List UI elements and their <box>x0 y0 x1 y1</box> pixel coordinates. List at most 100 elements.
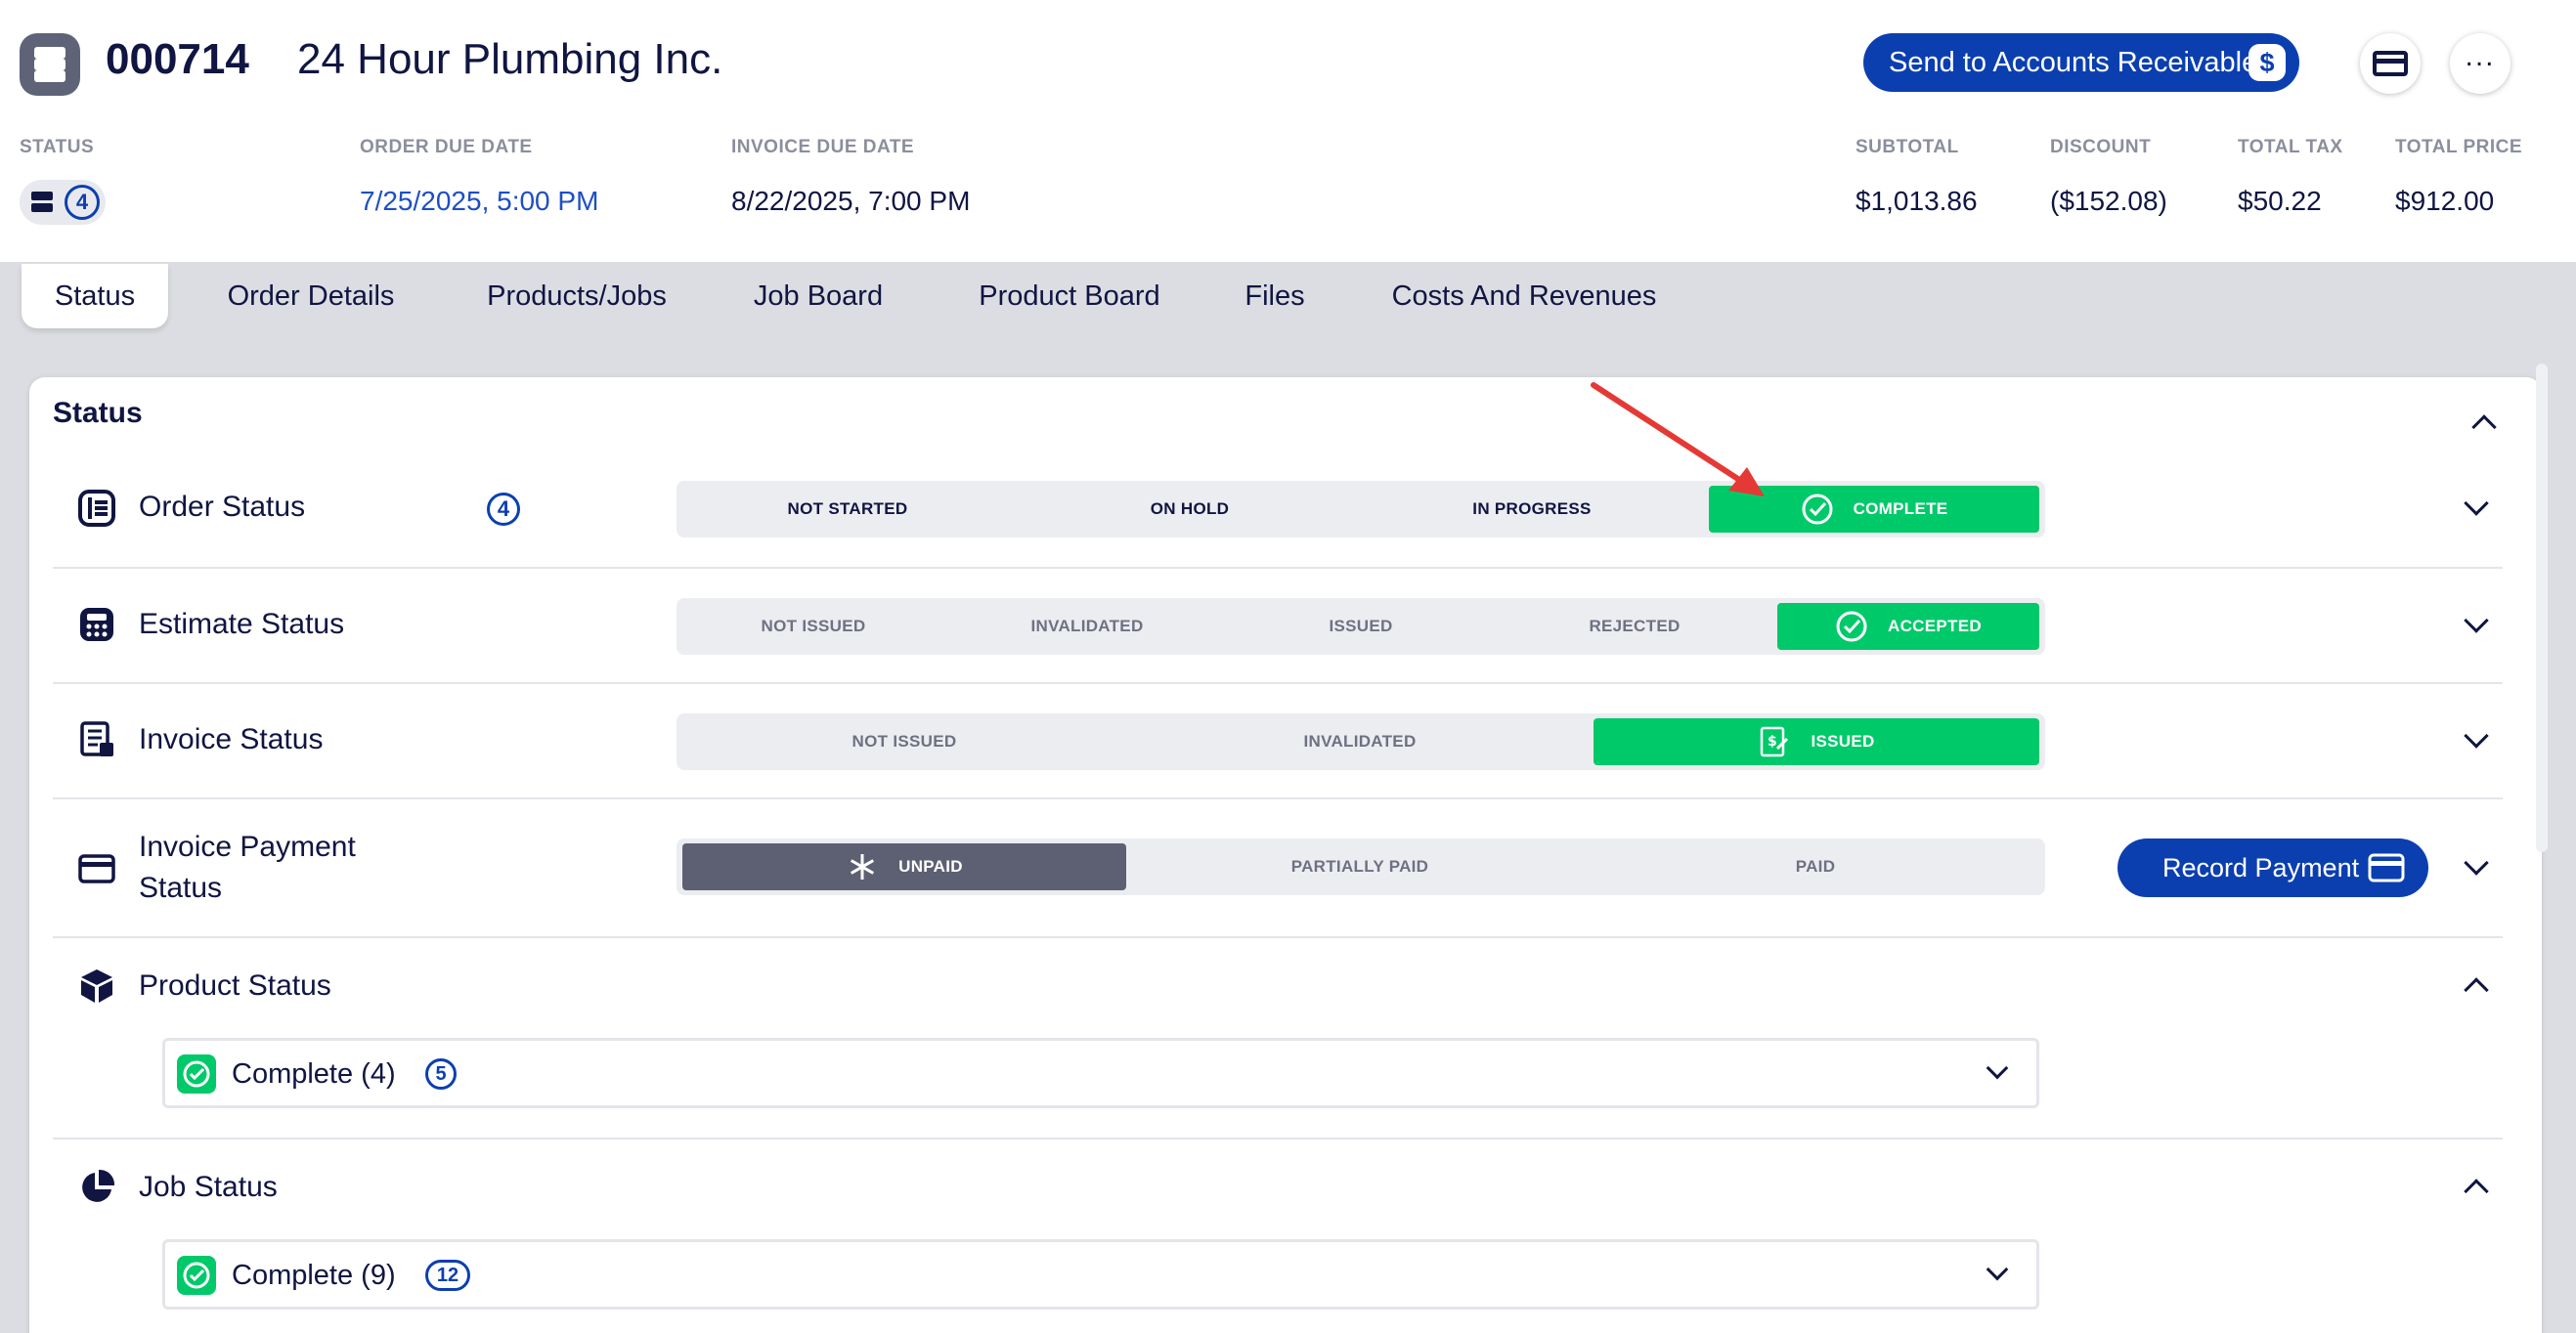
order-stack-icon <box>78 490 115 527</box>
order-stack-icon <box>20 33 80 96</box>
order-number: 000714 <box>106 35 249 83</box>
total-price-label: TOTAL PRICE <box>2395 137 2523 157</box>
product-status-complete-group[interactable]: Complete (4) 5 <box>162 1038 2039 1108</box>
status-stack-icon <box>31 192 53 213</box>
discount-label: DISCOUNT <box>2050 137 2152 157</box>
annotation-arrow-icon <box>1591 382 1765 496</box>
estimate-status-accepted-label: ACCEPTED <box>1888 617 1982 635</box>
invoice-payment-status-label-line1: Invoice Payment <box>139 831 356 863</box>
payment-status-partially-paid[interactable]: PARTIALLY PAID <box>1132 843 1588 890</box>
order-status-not-started[interactable]: NOT STARTED <box>677 486 1019 533</box>
product-status-row: Product Status Complete (4) 5 <box>53 936 2503 1138</box>
job-status-complete-group[interactable]: Complete (9) 12 <box>162 1239 2039 1310</box>
expand-payment-status-chevron-icon[interactable] <box>2464 850 2489 876</box>
order-status-selector: NOT STARTED ON HOLD IN PROGRESS COMPLETE <box>677 481 2045 538</box>
invoice-payment-status-label: Invoice Payment Status <box>139 827 356 909</box>
invoice-payment-status-row: Invoice Payment Status UNPAID PARTIALLY … <box>53 797 2503 936</box>
order-due-date-label: ORDER DUE DATE <box>360 137 533 157</box>
credit-card-icon <box>2368 853 2405 882</box>
invoice-issued-icon: $ <box>1758 725 1791 758</box>
collapse-product-status-chevron-icon[interactable] <box>2464 977 2489 1003</box>
expand-job-group-chevron-icon[interactable] <box>1986 1258 2009 1281</box>
estimate-status-issued[interactable]: ISSUED <box>1224 603 1498 650</box>
credit-card-icon <box>2373 51 2408 76</box>
tab-products-jobs[interactable]: Products/Jobs <box>463 264 690 328</box>
job-status-row: Job Status Complete (9) 12 <box>53 1138 2503 1333</box>
invoice-status-issued[interactable]: $ ISSUED <box>1594 718 2039 765</box>
invoice-status-row: Invoice Status NOT ISSUED INVALIDATED $ … <box>53 682 2503 797</box>
tab-files[interactable]: Files <box>1228 264 1322 328</box>
order-status-count-badge: 4 <box>487 493 520 526</box>
svg-text:$: $ <box>1768 734 1777 750</box>
complete-check-icon <box>177 1256 216 1295</box>
check-circle-icon <box>1801 493 1834 526</box>
order-status-on-hold[interactable]: ON HOLD <box>1019 486 1361 533</box>
order-header: 000714 24 Hour Plumbing Inc. Send to Acc… <box>0 0 2576 262</box>
invoice-status-label: Invoice Status <box>139 723 324 755</box>
expand-order-status-chevron-icon[interactable] <box>2464 491 2489 516</box>
total-tax-value: $50.22 <box>2238 186 2322 216</box>
subtotal-value: $1,013.86 <box>1856 186 1978 216</box>
invoice-document-icon <box>80 721 113 756</box>
record-payment-label: Record Payment <box>2162 852 2360 882</box>
collapse-job-status-chevron-icon[interactable] <box>2464 1179 2489 1204</box>
send-ar-label: Send to Accounts Receivable <box>1889 46 2258 78</box>
expand-product-group-chevron-icon[interactable] <box>1986 1056 2009 1080</box>
check-circle-icon <box>1835 610 1868 643</box>
expand-invoice-status-chevron-icon[interactable] <box>2464 723 2489 749</box>
product-status-label: Product Status <box>139 969 331 1002</box>
estimate-status-selector: NOT ISSUED INVALIDATED ISSUED REJECTED A… <box>677 598 2045 655</box>
send-to-accounts-receivable-button[interactable]: Send to Accounts Receivable $ <box>1863 33 2299 92</box>
invoice-status-not-issued[interactable]: NOT ISSUED <box>677 718 1132 765</box>
total-price-value: $912.00 <box>2395 186 2495 216</box>
vertical-scrollbar[interactable] <box>2536 364 2548 852</box>
asterisk-icon <box>846 850 879 883</box>
payment-status-selector: UNPAID PARTIALLY PAID PAID <box>677 838 2045 895</box>
status-indicator[interactable]: 4 <box>20 180 106 225</box>
invoice-status-invalidated[interactable]: INVALIDATED <box>1132 718 1588 765</box>
job-status-label: Job Status <box>139 1171 278 1203</box>
discount-value: ($152.08) <box>2050 186 2167 216</box>
order-status-label: Order Status <box>139 491 306 523</box>
tab-status[interactable]: Status <box>22 264 168 328</box>
estimate-status-accepted[interactable]: ACCEPTED <box>1777 603 2039 650</box>
tab-order-details[interactable]: Order Details <box>201 264 420 328</box>
estimate-status-not-issued[interactable]: NOT ISSUED <box>677 603 950 650</box>
estimate-status-label: Estimate Status <box>139 608 345 640</box>
ellipsis-icon: ... <box>2465 40 2496 72</box>
tab-product-board[interactable]: Product Board <box>952 264 1187 328</box>
dollar-icon: $ <box>2249 44 2286 81</box>
order-due-date-value[interactable]: 7/25/2025, 5:00 PM <box>360 186 598 217</box>
expand-estimate-status-chevron-icon[interactable] <box>2464 608 2489 633</box>
payment-status-unpaid[interactable]: UNPAID <box>682 843 1126 890</box>
payment-card-button[interactable] <box>2360 33 2421 94</box>
box-icon <box>81 969 112 1003</box>
product-count-badge: 5 <box>425 1058 457 1090</box>
job-count-badge: 12 <box>425 1260 470 1291</box>
more-options-button[interactable]: ... <box>2450 33 2511 94</box>
panel-title: Status <box>53 397 143 429</box>
pie-chart-icon <box>82 1169 115 1202</box>
record-payment-button[interactable]: Record Payment <box>2118 838 2428 897</box>
status-panel: Status Order Status 4 NOT STARTED ON HOL… <box>29 377 2542 1333</box>
job-status-complete-label: Complete (9) <box>232 1260 396 1291</box>
tab-job-board[interactable]: Job Board <box>737 264 899 328</box>
tab-costs-and-revenues[interactable]: Costs And Revenues <box>1369 264 1680 328</box>
customer-name[interactable]: 24 Hour Plumbing Inc. <box>297 35 722 84</box>
subtotal-label: SUBTOTAL <box>1856 137 1959 157</box>
payment-status-unpaid-label: UNPAID <box>898 857 963 876</box>
calculator-icon <box>80 608 113 641</box>
invoice-status-issued-label: ISSUED <box>1811 732 1875 751</box>
complete-check-icon <box>177 1054 216 1094</box>
collapse-panel-chevron-icon[interactable] <box>2471 414 2497 440</box>
invoice-due-date-label: INVOICE DUE DATE <box>731 137 915 157</box>
invoice-status-selector: NOT ISSUED INVALIDATED $ ISSUED <box>677 713 2045 770</box>
order-status-row: Order Status 4 NOT STARTED ON HOLD IN PR… <box>53 452 2503 567</box>
invoice-payment-status-label-line2: Status <box>139 872 223 904</box>
credit-card-icon <box>78 854 115 883</box>
estimate-status-invalidated[interactable]: INVALIDATED <box>950 603 1224 650</box>
payment-status-paid[interactable]: PAID <box>1588 843 2043 890</box>
product-status-complete-label: Complete (4) <box>232 1058 396 1090</box>
estimate-status-rejected[interactable]: REJECTED <box>1498 603 1771 650</box>
invoice-due-date-value: 8/22/2025, 7:00 PM <box>731 186 971 216</box>
